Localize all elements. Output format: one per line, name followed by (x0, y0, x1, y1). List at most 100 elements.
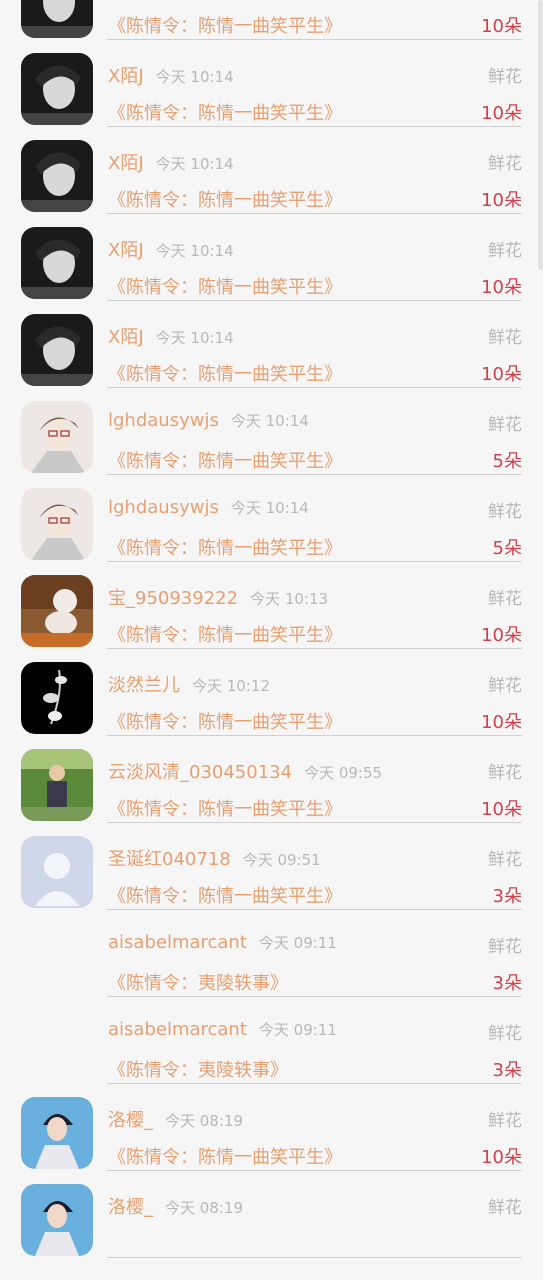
gift-count: 10朵 (481, 799, 522, 820)
book-title-link[interactable]: 《陈情令：陈情一曲笑平生》 (108, 360, 342, 386)
book-title-link[interactable]: 《陈情令：陈情一曲笑平生》 (108, 447, 342, 473)
user-avatar[interactable] (21, 575, 93, 647)
timestamp: 今天 08:19 (165, 1199, 243, 1217)
username[interactable]: lghdausywjs 今天 10:14 (108, 410, 309, 431)
timestamp: 今天 10:14 (155, 155, 234, 173)
gift-count: 10朵 (481, 277, 522, 298)
username-text: X陌J (108, 240, 144, 261)
book-title-link[interactable]: 《陈情令：陈情一曲笑平生》 (108, 186, 342, 212)
gift-type: 鲜花 (488, 676, 522, 696)
gift-record-row[interactable]: 洛樱_ 今天 08:19 鲜花 (0, 1168, 543, 1258)
user-avatar[interactable] (21, 53, 93, 125)
username-text: X陌J (108, 153, 144, 174)
gift-record-row[interactable]: X陌J 今天 10:14 鲜花《陈情令：陈情一曲笑平生》 10朵 (0, 211, 543, 301)
book-title-link[interactable]: 《陈情令：陈情一曲笑平生》 (108, 99, 342, 125)
user-avatar[interactable] (21, 749, 93, 821)
timestamp: 今天 09:51 (242, 851, 321, 869)
username-text: 洛樱_ (108, 1110, 153, 1131)
gift-type: 鲜花 (488, 850, 522, 870)
username-text: X陌J (108, 66, 144, 87)
book-title-link[interactable]: 《陈情令：陈情一曲笑平生》 (108, 12, 342, 38)
username-text: 圣诞红040718 (108, 849, 231, 870)
username-text: 宝_950939222 (108, 588, 239, 609)
timestamp: 今天 09:11 (258, 1021, 337, 1039)
gift-count: 10朵 (481, 190, 522, 211)
gift-count: 3朵 (492, 973, 522, 994)
timestamp: 今天 09:55 (304, 764, 383, 782)
user-avatar[interactable] (21, 401, 93, 473)
book-title-link[interactable]: 《陈情令：陈情一曲笑平生》 (108, 708, 342, 734)
user-avatar[interactable] (21, 314, 93, 386)
gift-record-row[interactable]: 宝_950939222 今天 10:13 鲜花 《陈情令：陈情一曲笑平生》 10朵 (0, 559, 543, 649)
gift-record-row[interactable]: 洛樱_ 今天 08:19 鲜花《陈情令：陈情一曲笑平生》 10朵 (0, 1081, 543, 1171)
gift-record-row[interactable]: X陌J今天 10:14鲜花《陈情令：陈情一曲笑平生》10朵 (0, 298, 543, 388)
timestamp: 今天 08:19 (165, 1112, 243, 1130)
gift-type: 鲜花 (488, 937, 522, 957)
user-avatar[interactable] (21, 140, 93, 212)
book-title-link[interactable]: 《陈情令：陈情一曲笑平生》 (108, 882, 342, 908)
username[interactable]: X陌J今天 10:14 (108, 0, 234, 1)
gift-count: 3朵 (492, 1060, 522, 1081)
user-avatar[interactable] (21, 1097, 93, 1169)
username[interactable]: 云淡风清_030450134 今天 09:55 (108, 758, 382, 784)
gift-record-row[interactable]: X陌J今天 10:14鲜花《陈情令：陈情一曲笑平生》10朵 (0, 37, 543, 127)
username[interactable]: aisabelmarcant 今天 09:11 (108, 1019, 337, 1040)
gift-record-row[interactable]: aisabelmarcant 今天 09:11 鲜花 《陈情令：夷陵轶事》 3朵 (0, 994, 543, 1084)
user-avatar[interactable] (21, 662, 93, 734)
username[interactable]: 洛樱_ 今天 08:19 (108, 1193, 243, 1219)
user-avatar[interactable] (21, 836, 93, 908)
gift-count: 10朵 (481, 364, 522, 385)
gift-record-row[interactable]: lghdausywjs 今天 10:14 鲜花 《陈情令：陈情一曲笑平生》 5朵 (0, 385, 543, 475)
username-text: aisabelmarcant (108, 932, 247, 953)
gift-type: 鲜花 (488, 415, 522, 435)
username[interactable]: 圣诞红040718 今天 09:51 (108, 845, 321, 871)
book-title-link[interactable]: 《陈情令：夷陵轶事》 (108, 969, 288, 995)
gift-count: 10朵 (481, 625, 522, 646)
gift-type: 鲜花 (488, 241, 522, 261)
gift-record-row[interactable]: aisabelmarcant 今天 09:11 鲜花《陈情令：夷陵轶事》 3朵 (0, 907, 543, 997)
gift-record-row[interactable]: X陌J今天 10:14鲜花《陈情令：陈情一曲笑平生》10朵 (0, 124, 543, 214)
book-title-link[interactable]: 《陈情令：陈情一曲笑平生》 (108, 621, 342, 647)
timestamp: 今天 10:14 (155, 242, 234, 260)
user-avatar[interactable] (21, 488, 93, 560)
username[interactable]: 宝_950939222 今天 10:13 (108, 584, 328, 610)
username[interactable]: 洛樱_ 今天 08:19 (108, 1106, 243, 1132)
gift-count: 10朵 (481, 1147, 522, 1168)
username[interactable]: X陌J 今天 10:14 (108, 236, 234, 262)
username[interactable]: X陌J今天 10:14 (108, 62, 234, 88)
timestamp: 今天 10:14 (155, 329, 234, 347)
user-avatar[interactable] (21, 227, 93, 299)
username[interactable]: aisabelmarcant 今天 09:11 (108, 932, 337, 953)
user-avatar[interactable] (21, 0, 93, 38)
username-text: 淡然兰儿 (108, 675, 180, 696)
username[interactable]: 淡然兰儿 今天 10:12 (108, 671, 270, 697)
gift-type: 鲜花 (488, 1198, 522, 1218)
username[interactable]: X陌J 今天 10:14 (108, 323, 234, 349)
username[interactable]: X陌J 今天 10:14 (108, 149, 234, 175)
book-title-link[interactable]: 《陈情令：夷陵轶事》 (108, 1056, 288, 1082)
scrollbar[interactable] (538, 0, 543, 270)
gift-record-row[interactable]: 云淡风清_030450134 今天 09:55 鲜花 《陈情令：陈情一曲笑平生》 10朵 (0, 733, 543, 823)
gift-record-row[interactable]: X陌J今天 10:14鲜花《陈情令：陈情一曲笑平生》10朵 (0, 0, 543, 40)
gift-type: 鲜花 (488, 502, 522, 522)
row-divider (107, 1257, 522, 1258)
gift-list: X陌J今天 10:14鲜花《陈情令：陈情一曲笑平生》10朵X陌J今天 10:14… (0, 0, 543, 1258)
book-title-link[interactable]: 《陈情令：陈情一曲笑平生》 (108, 795, 342, 821)
timestamp: 今天 10:14 (230, 412, 309, 430)
username-text: X陌J (108, 327, 144, 348)
gift-record-row[interactable]: 淡然兰儿 今天 10:12 鲜花 《陈情令：陈情一曲笑平生》 10朵 (0, 646, 543, 736)
timestamp: 今天 10:14 (230, 499, 309, 517)
gift-type: 鲜花 (488, 1111, 522, 1131)
book-title-link[interactable]: 《陈情令：陈情一曲笑平生》 (108, 273, 342, 299)
user-avatar[interactable] (21, 1184, 93, 1256)
gift-record-row[interactable]: lghdausywjs 今天 10:14 鲜花《陈情令：陈情一曲笑平生》 5朵 (0, 472, 543, 562)
username-text: lghdausywjs (108, 497, 219, 518)
book-title-link[interactable]: 《陈情令：陈情一曲笑平生》 (108, 1143, 342, 1169)
gift-count: 5朵 (492, 538, 522, 559)
username-text: lghdausywjs (108, 410, 219, 431)
username-text: aisabelmarcant (108, 1019, 247, 1040)
username[interactable]: lghdausywjs 今天 10:14 (108, 497, 309, 518)
timestamp: 今天 10:13 (250, 590, 329, 608)
book-title-link[interactable]: 《陈情令：陈情一曲笑平生》 (108, 534, 342, 560)
gift-record-row[interactable]: 圣诞红040718 今天 09:51 鲜花 《陈情令：陈情一曲笑平生》 3朵 (0, 820, 543, 910)
